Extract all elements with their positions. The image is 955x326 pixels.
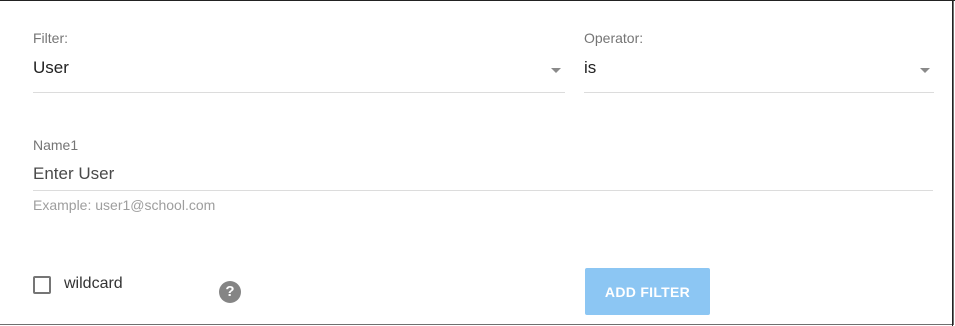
operator-label: Operator: (584, 30, 644, 46)
panel-top-border (0, 0, 955, 1)
filter-select[interactable]: User (33, 56, 565, 93)
add-filter-button[interactable]: ADD FILTER (585, 268, 710, 315)
filter-select-value: User (33, 58, 69, 77)
filter-label: Filter: (33, 30, 68, 46)
name-label: Name1 (33, 137, 79, 153)
user-input[interactable] (33, 158, 933, 191)
user-input-hint: Example: user1@school.com (33, 197, 216, 213)
dropdown-arrow-icon (551, 68, 561, 73)
operator-select-value: is (584, 58, 597, 77)
wildcard-label[interactable]: wildcard (64, 275, 123, 293)
panel-right-border (952, 0, 953, 326)
question-circle-icon[interactable]: ? (219, 281, 241, 303)
wildcard-checkbox[interactable] (33, 276, 51, 294)
operator-select[interactable]: is (584, 56, 934, 93)
dropdown-arrow-icon (920, 68, 930, 73)
filter-panel: Filter: User Operator: is Name1 Example:… (0, 0, 955, 326)
